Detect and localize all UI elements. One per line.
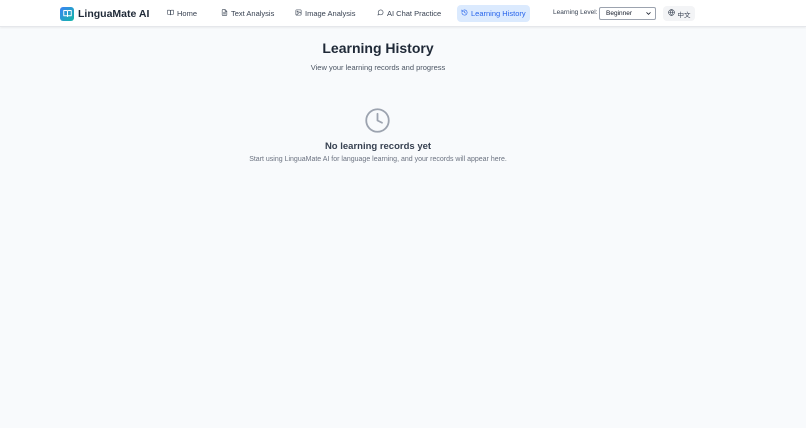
book-open-icon <box>167 9 174 18</box>
nav-image-analysis-label: Image Analysis <box>305 9 356 18</box>
nav-learning-history-label: Learning History <box>471 9 526 18</box>
history-icon <box>461 9 468 18</box>
learning-level-select[interactable]: Beginner <box>599 7 656 20</box>
page-subtitle: View your learning records and progress <box>310 63 446 72</box>
language-toggle-label: 中文 <box>677 11 691 19</box>
learning-level-value: Beginner <box>606 10 633 17</box>
nav-text-analysis-label: Text Analysis <box>231 9 275 18</box>
nav-home[interactable]: Home <box>163 5 201 22</box>
nav-home-label: Home <box>177 9 198 18</box>
nav-image-analysis[interactable]: Image Analysis <box>291 5 359 22</box>
top-navigation-bar: LinguaMate AI Home Text Analysis Image A… <box>0 0 806 27</box>
language-toggle-button[interactable]: 中文 <box>663 6 695 21</box>
clock-icon <box>364 107 391 134</box>
empty-state-description: Start using LinguaMate AI for language l… <box>249 156 507 163</box>
file-text-icon <box>221 9 228 18</box>
empty-state-title: No learning records yet <box>324 141 432 152</box>
nav-learning-history[interactable]: Learning History <box>457 5 530 22</box>
page-title: Learning History <box>322 40 434 56</box>
nav-ai-chat-practice[interactable]: AI Chat Practice <box>373 5 445 22</box>
book-logo-icon <box>60 6 74 21</box>
nav-text-analysis[interactable]: Text Analysis <box>217 5 278 22</box>
globe-icon <box>667 9 675 18</box>
brand-name: LinguaMate AI <box>78 7 150 20</box>
message-circle-icon <box>377 9 384 18</box>
chevron-down-icon <box>645 10 652 17</box>
image-icon <box>295 9 302 18</box>
nav-ai-chat-practice-label: AI Chat Practice <box>387 9 442 18</box>
brand[interactable]: LinguaMate AI <box>60 6 149 21</box>
learning-level-label: Learning Level: <box>553 9 598 16</box>
